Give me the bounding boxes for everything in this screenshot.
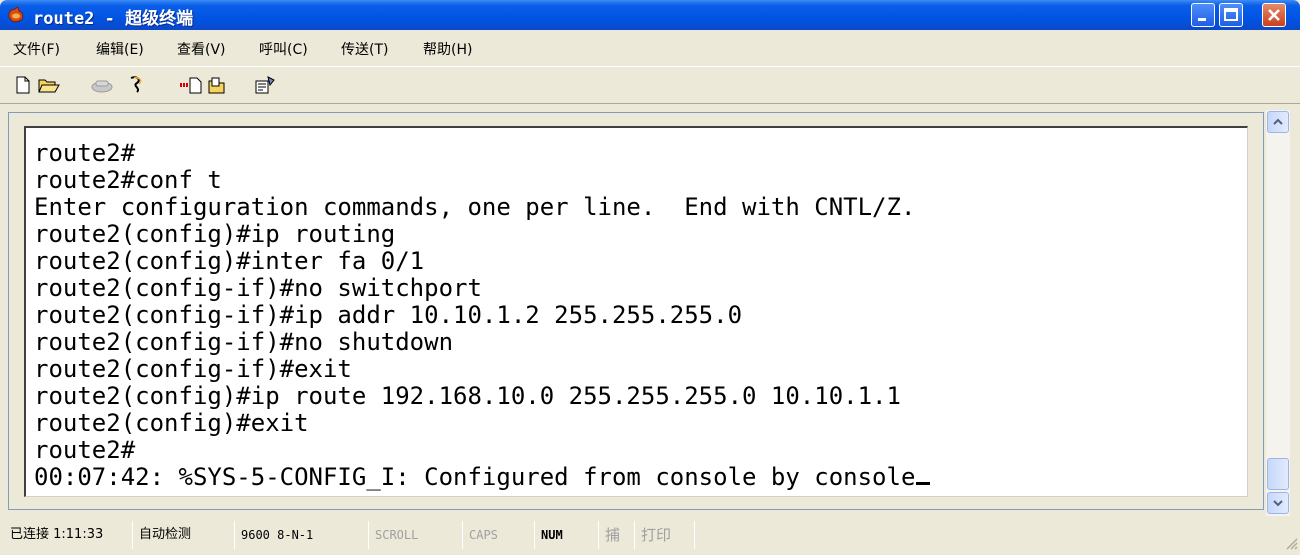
- scroll-down-button[interactable]: [1267, 492, 1289, 514]
- terminal-line: 00:07:42: %SYS-5-CONFIG_I: Configured fr…: [34, 463, 916, 491]
- send-icon[interactable]: [180, 76, 202, 94]
- terminal-line: route2#conf t: [34, 166, 222, 194]
- chevron-down-icon: [1273, 500, 1283, 507]
- maximize-icon: [1224, 8, 1238, 21]
- connection-time: 已连接 1:11:33: [10, 527, 104, 542]
- toolbar: [0, 66, 1300, 104]
- status-bar: 已连接 1:11:33 自动检测 9600 8-N-1 SCROLL CAPS …: [0, 518, 1300, 555]
- terminal-line: route2(config-if)#no switchport: [34, 274, 482, 302]
- menu-bar: 文件(F) 编辑(E) 查看(V) 呼叫(C) 传送(T) 帮助(H): [0, 33, 1300, 63]
- text-cursor: [916, 482, 931, 485]
- close-button[interactable]: [1262, 3, 1286, 27]
- terminal-last-line: 00:07:42: %SYS-5-CONFIG_I: Configured fr…: [34, 463, 931, 491]
- terminal-line: route2(config)#inter fa 0/1: [34, 247, 425, 275]
- hyperterminal-icon: [8, 6, 24, 23]
- scroll-up-button[interactable]: [1267, 111, 1289, 133]
- resize-grip-icon[interactable]: [1282, 534, 1298, 550]
- terminal-line: route2(config)#exit: [34, 409, 309, 437]
- open-icon[interactable]: [38, 76, 60, 94]
- terminal-line: route2(config-if)#exit: [34, 355, 352, 383]
- menu-help[interactable]: 帮助(H): [423, 39, 472, 59]
- terminal-line: route2#: [34, 139, 136, 167]
- menu-call[interactable]: 呼叫(C): [259, 39, 308, 59]
- baud-rate: 9600 8-N-1: [234, 521, 366, 549]
- vertical-scrollbar[interactable]: [1266, 110, 1290, 516]
- disconnect-icon[interactable]: [90, 76, 114, 94]
- dial-icon[interactable]: [128, 76, 146, 94]
- status-filler: [694, 521, 1300, 549]
- terminal-screen[interactable]: route2# route2#conf t Enter configuratio…: [24, 126, 1248, 497]
- menu-file[interactable]: 文件(F): [13, 39, 60, 59]
- terminal-line: Enter configuration commands, one per li…: [34, 193, 916, 221]
- minimize-icon: [1198, 18, 1206, 21]
- scroll-indicator: SCROLL: [368, 521, 460, 549]
- close-icon: [1268, 9, 1280, 21]
- capture-indicator: 捕: [598, 521, 634, 549]
- window-title: route2 - 超级终端: [33, 9, 194, 29]
- maximize-button[interactable]: [1219, 3, 1243, 27]
- scroll-thumb[interactable]: [1267, 458, 1289, 490]
- print-indicator: 打印: [634, 521, 694, 549]
- menu-transfer[interactable]: 传送(T): [341, 39, 388, 59]
- auto-detect: 自动检测: [132, 521, 232, 549]
- title-bar[interactable]: route2 - 超级终端: [0, 0, 1300, 30]
- terminal-line: route2(config-if)#ip addr 10.10.1.2 255.…: [34, 301, 743, 329]
- num-indicator: NUM: [534, 521, 596, 549]
- terminal-line: route2(config)#ip route 192.168.10.0 255…: [34, 382, 901, 410]
- caps-indicator: CAPS: [462, 521, 532, 549]
- menu-edit[interactable]: 编辑(E): [96, 39, 144, 59]
- minimize-button[interactable]: [1191, 3, 1215, 27]
- chevron-up-icon: [1273, 118, 1283, 125]
- new-icon[interactable]: [14, 76, 32, 94]
- receive-icon[interactable]: [208, 76, 226, 94]
- properties-icon[interactable]: [254, 76, 276, 94]
- menu-view[interactable]: 查看(V): [177, 39, 226, 59]
- terminal-line: route2#: [34, 436, 136, 464]
- terminal-line: route2(config)#ip routing: [34, 220, 396, 248]
- terminal-line: route2(config-if)#no shutdown: [34, 328, 454, 356]
